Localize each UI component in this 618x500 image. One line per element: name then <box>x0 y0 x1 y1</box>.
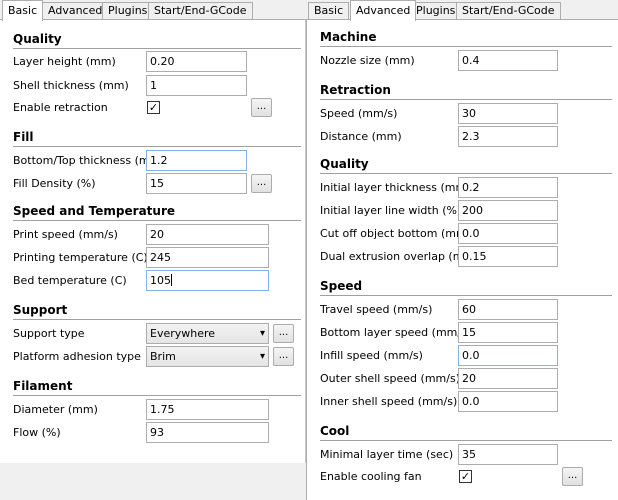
bottom-layer-speed-label: Bottom layer speed (mm/s) <box>320 326 472 339</box>
nozzle-size-input[interactable]: 0.4 <box>458 50 558 71</box>
section-title-retraction: Retraction <box>320 83 391 97</box>
flow-label: Flow (%) <box>13 426 61 439</box>
section-divider <box>13 48 301 49</box>
bed-temperature-input[interactable]: 105 <box>146 270 269 291</box>
section-divider <box>13 146 301 147</box>
initial-layer-thickness-input[interactable]: 0.2 <box>458 177 558 198</box>
shell-thickness-input[interactable]: 1 <box>146 75 247 96</box>
advanced-tab-content: Machine Nozzle size (mm) 0.4 Retraction … <box>306 19 618 500</box>
bottom-layer-speed-input[interactable]: 15 <box>458 322 558 343</box>
bed-temperature-label: Bed temperature (C) <box>13 274 127 287</box>
section-divider <box>320 46 612 47</box>
left-settings-panel: Basic Advanced Plugins Start/End-GCode Q… <box>0 0 306 500</box>
diameter-input[interactable]: 1.75 <box>146 399 269 420</box>
layer-height-label: Layer height (mm) <box>13 55 116 68</box>
tab-start-end-gcode[interactable]: Start/End-GCode <box>148 2 253 20</box>
travel-speed-input[interactable]: 60 <box>458 299 558 320</box>
initial-layer-width-label: Initial layer line width (%) <box>320 204 462 217</box>
tab-plugins[interactable]: Plugins <box>410 2 462 20</box>
enable-retraction-label: Enable retraction <box>13 101 108 114</box>
section-title-speed: Speed <box>320 279 363 293</box>
chevron-down-icon: ▾ <box>259 328 265 339</box>
tab-advanced[interactable]: Advanced <box>42 2 109 20</box>
platform-adhesion-select[interactable]: Brim ▾ <box>146 346 269 367</box>
section-title-speed-temperature: Speed and Temperature <box>13 204 175 218</box>
section-title-quality: Quality <box>320 157 369 171</box>
basic-tab-content: Quality Layer height (mm) 0.20 Shell thi… <box>0 19 306 463</box>
fill-more-button[interactable]: ... <box>251 174 272 193</box>
layer-height-input[interactable]: 0.20 <box>146 51 247 72</box>
section-divider <box>13 319 301 320</box>
tab-basic[interactable]: Basic <box>2 0 44 21</box>
inner-shell-speed-input[interactable]: 0.0 <box>458 391 558 412</box>
travel-speed-label: Travel speed (mm/s) <box>320 303 433 316</box>
support-more-button[interactable]: ... <box>273 324 294 343</box>
initial-layer-width-input[interactable]: 200 <box>458 200 558 221</box>
cut-off-bottom-input[interactable]: 0.0 <box>458 223 558 244</box>
section-divider <box>320 295 612 296</box>
tab-basic[interactable]: Basic <box>308 2 350 20</box>
printing-temperature-input[interactable]: 245 <box>146 247 269 268</box>
bottom-top-thickness-input[interactable]: 1.2 <box>146 150 247 171</box>
support-type-value: Everywhere <box>150 327 216 340</box>
section-divider <box>13 395 301 396</box>
print-speed-label: Print speed (mm/s) <box>13 228 118 241</box>
platform-adhesion-label: Platform adhesion type <box>13 350 141 363</box>
retraction-more-button[interactable]: ... <box>251 98 272 117</box>
nozzle-size-label: Nozzle size (mm) <box>320 54 415 67</box>
initial-layer-thickness-label: Initial layer thickness (mm) <box>320 181 471 194</box>
tab-start-end-gcode[interactable]: Start/End-GCode <box>456 2 561 20</box>
infill-speed-input[interactable]: 0.0 <box>458 345 558 366</box>
infill-speed-label: Infill speed (mm/s) <box>320 349 423 362</box>
bottom-top-thickness-label: Bottom/Top thickness (mm) <box>13 154 165 167</box>
section-title-support: Support <box>13 303 68 317</box>
minimal-layer-time-input[interactable]: 35 <box>458 444 558 465</box>
platform-adhesion-value: Brim <box>150 350 176 363</box>
section-title-quality: Quality <box>13 32 62 46</box>
retraction-distance-input[interactable]: 2.3 <box>458 126 558 147</box>
right-settings-panel: Basic Advanced Plugins Start/End-GCode M… <box>306 0 618 500</box>
retraction-speed-label: Speed (mm/s) <box>320 107 398 120</box>
section-divider <box>320 440 612 441</box>
cut-off-bottom-label: Cut off object bottom (mm) <box>320 227 471 240</box>
section-divider <box>320 99 612 100</box>
enable-retraction-checkbox[interactable]: ✓ <box>147 101 160 114</box>
right-tab-bar: Basic Advanced Plugins Start/End-GCode <box>306 0 618 21</box>
tab-plugins[interactable]: Plugins <box>102 2 154 20</box>
flow-input[interactable]: 93 <box>146 422 269 443</box>
diameter-label: Diameter (mm) <box>13 403 98 416</box>
outer-shell-speed-input[interactable]: 20 <box>458 368 558 389</box>
section-title-filament: Filament <box>13 379 73 393</box>
left-tab-bar: Basic Advanced Plugins Start/End-GCode <box>0 0 306 21</box>
text-cursor <box>171 274 172 286</box>
retraction-distance-label: Distance (mm) <box>320 130 402 143</box>
section-divider <box>13 220 301 221</box>
minimal-layer-time-label: Minimal layer time (sec) <box>320 448 454 461</box>
section-divider <box>320 173 612 174</box>
adhesion-more-button[interactable]: ... <box>273 347 294 366</box>
inner-shell-speed-label: Inner shell speed (mm/s) <box>320 395 458 408</box>
print-speed-input[interactable]: 20 <box>146 224 269 245</box>
printing-temperature-label: Printing temperature (C) <box>13 251 148 264</box>
dual-extrusion-overlap-input[interactable]: 0.15 <box>458 246 558 267</box>
chevron-down-icon: ▾ <box>259 351 265 362</box>
outer-shell-speed-label: Outer shell speed (mm/s) <box>320 372 460 385</box>
cooling-more-button[interactable]: ... <box>562 467 583 486</box>
support-type-select[interactable]: Everywhere ▾ <box>146 323 269 344</box>
dual-extrusion-overlap-label: Dual extrusion overlap (mm) <box>320 250 479 263</box>
tab-advanced[interactable]: Advanced <box>350 0 417 21</box>
enable-cooling-fan-checkbox[interactable]: ✓ <box>459 470 472 483</box>
section-title-fill: Fill <box>13 130 34 144</box>
support-type-label: Support type <box>13 327 85 340</box>
section-title-machine: Machine <box>320 30 377 44</box>
retraction-speed-input[interactable]: 30 <box>458 103 558 124</box>
section-title-cool: Cool <box>320 424 350 438</box>
fill-density-input[interactable]: 15 <box>146 173 247 194</box>
enable-cooling-fan-label: Enable cooling fan <box>320 470 422 483</box>
fill-density-label: Fill Density (%) <box>13 177 96 190</box>
shell-thickness-label: Shell thickness (mm) <box>13 79 129 92</box>
